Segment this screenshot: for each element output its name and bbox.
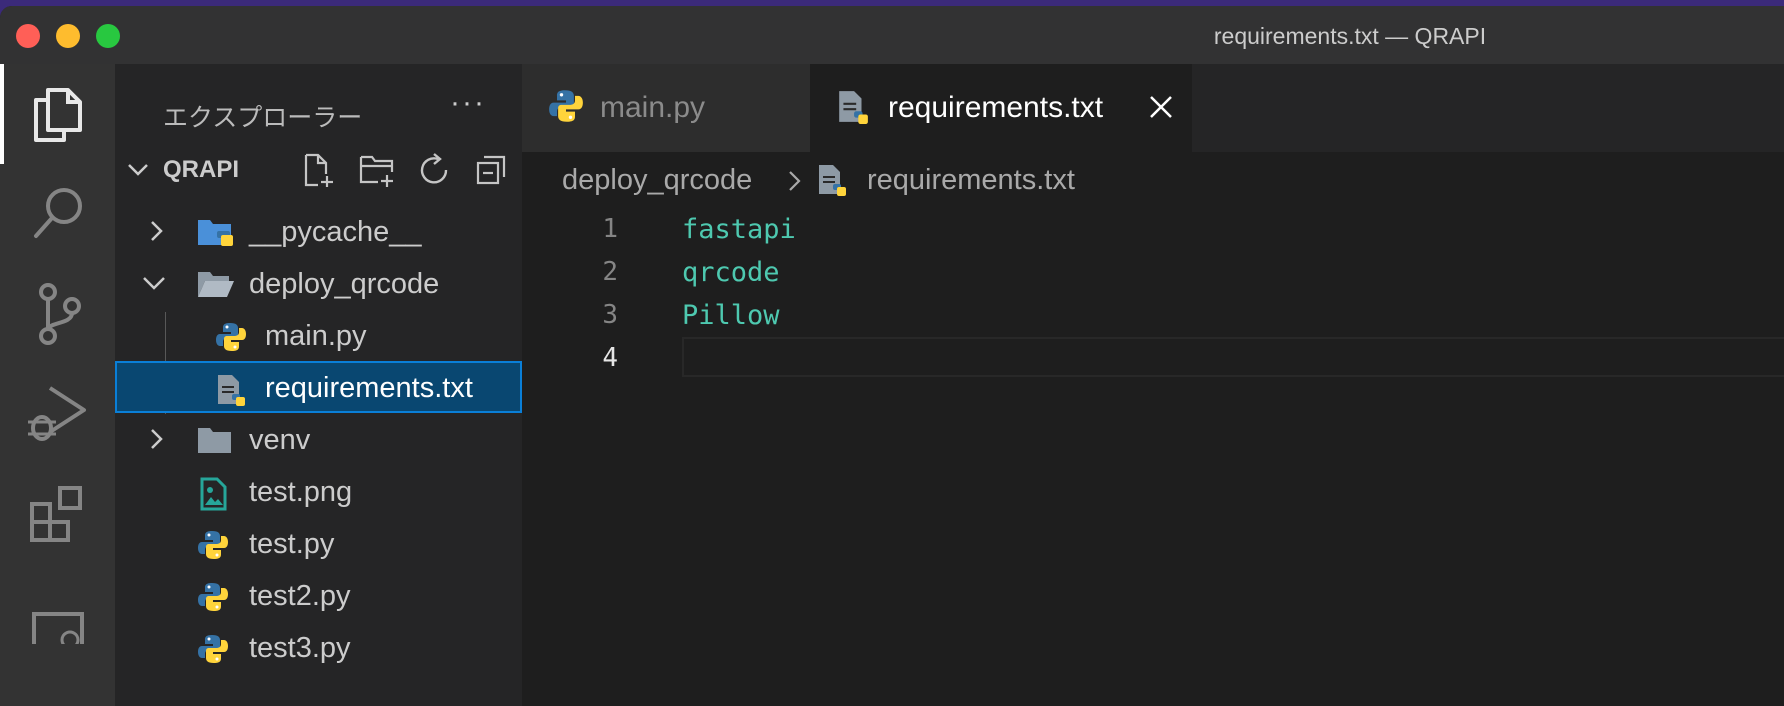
tab-main-py[interactable]: main.py: [522, 64, 810, 152]
explorer-sidebar: エクスプローラー ··· QRAPI __pycache__ deploy_qr…: [115, 64, 522, 706]
tree-item-requirements-txt[interactable]: requirements.txt: [115, 361, 522, 413]
code-line[interactable]: 2 qrcode: [522, 251, 1784, 294]
tree-item-test2-py[interactable]: test2.py: [115, 569, 522, 621]
folder-open-icon: [198, 272, 234, 297]
explorer-header: エクスプローラー: [163, 104, 363, 132]
python-icon: [198, 583, 228, 611]
breadcrumb-folder[interactable]: deploy_qrcode: [562, 164, 752, 197]
tab-label: requirements.txt: [888, 91, 1104, 124]
activity-run-debug[interactable]: [0, 364, 115, 464]
close-icon[interactable]: [1146, 92, 1176, 122]
breadcrumb: deploy_qrcode requirements.txt: [522, 152, 1784, 208]
activity-extensions[interactable]: [0, 464, 115, 564]
maximize-window-button[interactable]: [96, 24, 120, 48]
tree-item-label: deploy_qrcode: [249, 268, 440, 300]
run-debug-icon: [27, 386, 86, 441]
breadcrumb-file[interactable]: requirements.txt: [867, 164, 1075, 197]
tree-item-test-py[interactable]: test.py: [115, 517, 522, 569]
folder-icon: [198, 428, 231, 453]
line-number: 2: [602, 257, 618, 287]
close-window-button[interactable]: [16, 24, 40, 48]
code-line-current[interactable]: 4: [522, 337, 1784, 380]
workspace-root-label: QRAPI: [163, 156, 240, 183]
search-icon: [33, 188, 82, 238]
code-text: fastapi: [682, 214, 796, 245]
line-number: 3: [602, 300, 618, 330]
tree-item-label: venv: [249, 424, 311, 456]
line-number: 4: [602, 343, 618, 373]
code-line[interactable]: 1 fastapi: [522, 208, 1784, 251]
active-indicator: [0, 64, 4, 164]
tree-item-venv[interactable]: venv: [115, 413, 522, 465]
code-text: qrcode: [682, 257, 780, 288]
python-icon: [198, 531, 228, 559]
chevron-right-icon: [151, 221, 163, 241]
chevron-down-icon: [128, 164, 148, 176]
requirements-file-icon: [839, 91, 868, 124]
remote-explorer-icon: [31, 612, 84, 644]
editor-tabs: main.py requirements.txt: [522, 64, 1784, 152]
minimize-window-button[interactable]: [56, 24, 80, 48]
current-line-highlight: [682, 337, 1784, 377]
new-file-icon[interactable]: [300, 152, 336, 188]
chevron-right-icon: [789, 171, 801, 191]
tab-requirements-txt[interactable]: requirements.txt: [810, 64, 1192, 152]
tree-item-deploy-qrcode[interactable]: deploy_qrcode: [115, 257, 522, 309]
requirements-file-icon: [218, 375, 245, 406]
code-editor[interactable]: 1 fastapi 2 qrcode 3 Pillow 4: [522, 208, 1784, 706]
activity-remote-explorer[interactable]: [0, 564, 115, 664]
activity-bar: [0, 64, 115, 706]
code-text: Pillow: [682, 300, 780, 331]
tree-item-label: requirements.txt: [265, 372, 473, 404]
explorer-actions: [300, 152, 508, 188]
tree-item-main-py[interactable]: main.py: [115, 309, 522, 361]
collapse-all-icon[interactable]: [474, 152, 508, 188]
code-line[interactable]: 3 Pillow: [522, 294, 1784, 337]
tree-item-label: main.py: [265, 320, 367, 352]
tree-item-test3-py[interactable]: test3.py: [115, 621, 522, 673]
python-icon: [549, 90, 583, 122]
requirements-file-icon: [819, 165, 846, 196]
activity-search[interactable]: [0, 164, 115, 264]
window-title: requirements.txt — QRAPI: [1213, 23, 1487, 49]
source-control-icon: [38, 283, 81, 345]
activity-source-control[interactable]: [0, 264, 115, 364]
tree-item-label: test.png: [249, 476, 353, 508]
image-file-icon: [200, 477, 227, 511]
extensions-icon: [29, 486, 82, 542]
workspace-root[interactable]: QRAPI: [115, 148, 522, 188]
activity-explorer[interactable]: [0, 64, 115, 164]
tree-item-label: test.py: [249, 528, 335, 560]
tree-item-label: test3.py: [249, 632, 351, 664]
title-bar: requirements.txt — QRAPI: [0, 6, 1784, 65]
tree-item-label: __pycache__: [249, 216, 422, 248]
python-icon: [216, 323, 246, 351]
chevron-down-icon: [143, 277, 165, 290]
chevron-right-icon: [151, 429, 163, 449]
more-actions-button[interactable]: ···: [450, 86, 486, 120]
line-number: 1: [602, 214, 618, 244]
explorer-icon: [33, 88, 82, 142]
vscode-window: requirements.txt — QRAPI エクスプローラー ··· QR…: [0, 6, 1784, 706]
refresh-icon[interactable]: [418, 152, 452, 188]
python-icon: [198, 635, 228, 663]
new-folder-icon[interactable]: [358, 152, 396, 188]
tree-item-pycache[interactable]: __pycache__: [115, 205, 522, 257]
tree-item-label: test2.py: [249, 580, 351, 612]
tab-label: main.py: [600, 91, 706, 124]
tree-item-test-png[interactable]: test.png: [115, 465, 522, 517]
python-folder-icon: [198, 220, 233, 246]
